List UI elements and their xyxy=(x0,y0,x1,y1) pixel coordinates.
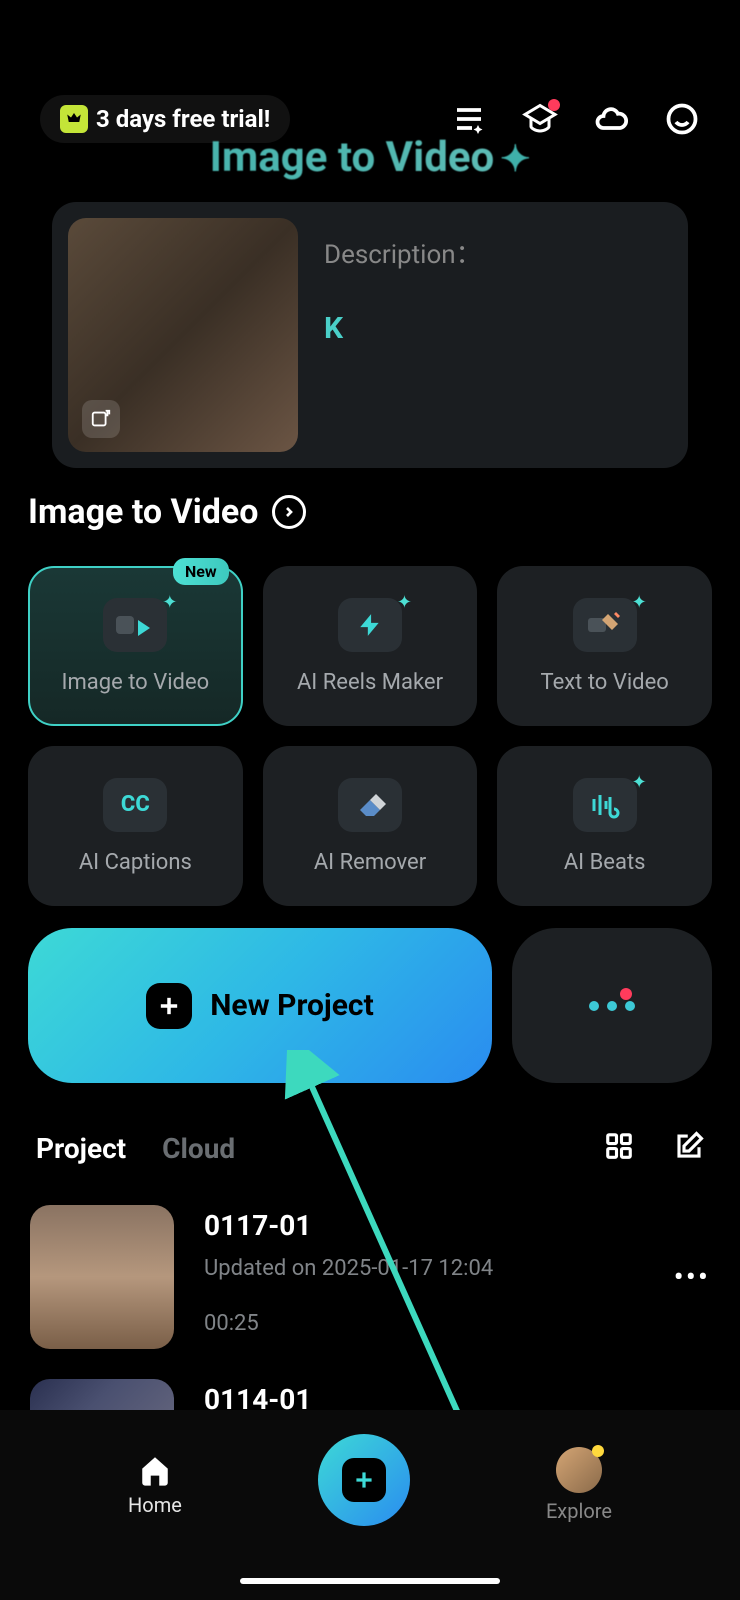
nav-create-button[interactable] xyxy=(318,1434,410,1526)
nav-home-label: Home xyxy=(128,1493,182,1517)
feature-grid: New ✦ Image to Video ✦ AI Reels Maker ✦ … xyxy=(28,566,712,906)
grid-view-icon[interactable] xyxy=(604,1131,634,1165)
notification-dot xyxy=(620,988,632,1000)
new-project-button[interactable]: New Project xyxy=(28,928,492,1083)
feature-label: AI Reels Maker xyxy=(297,670,443,695)
feature-image-to-video[interactable]: New ✦ Image to Video xyxy=(28,566,243,726)
plus-icon xyxy=(146,983,192,1029)
hero-description: Description： K xyxy=(324,218,482,452)
feature-ai-reels[interactable]: ✦ AI Reels Maker xyxy=(263,566,478,726)
home-indicator xyxy=(240,1578,500,1584)
top-icons xyxy=(451,101,700,137)
new-project-label: New Project xyxy=(210,988,373,1023)
list-sparkle-icon[interactable] xyxy=(451,101,487,137)
project-item[interactable]: 0117-01 Updated on 2025-01-17 12:04 00:2… xyxy=(30,1205,710,1349)
pencil-video-icon: ✦ xyxy=(573,598,637,652)
tabs-icons xyxy=(604,1131,704,1165)
chevron-right-icon xyxy=(272,495,306,529)
top-bar: 3 days free trial! xyxy=(0,0,740,143)
new-badge: New xyxy=(173,558,229,585)
tab-project[interactable]: Project xyxy=(36,1132,126,1165)
project-duration: 00:25 xyxy=(204,1311,644,1336)
smile-icon[interactable] xyxy=(664,101,700,137)
bolt-icon: ✦ xyxy=(338,598,402,652)
plus-icon xyxy=(342,1458,386,1502)
sparkle-icon: ✦ xyxy=(632,592,647,613)
description-label: Description： xyxy=(324,234,482,271)
nav-explore-label: Explore xyxy=(546,1499,612,1523)
project-info: 0117-01 Updated on 2025-01-17 12:04 00:2… xyxy=(204,1205,644,1336)
feature-ai-beats[interactable]: ✦ AI Beats xyxy=(497,746,712,906)
feature-text-to-video[interactable]: ✦ Text to Video xyxy=(497,566,712,726)
bottom-nav: Home Explore xyxy=(0,1410,740,1600)
feature-ai-captions[interactable]: CC AI Captions xyxy=(28,746,243,906)
feature-label: Text to Video xyxy=(541,670,669,695)
explore-avatar-icon xyxy=(556,1447,602,1493)
feature-label: AI Captions xyxy=(79,850,192,875)
nav-home[interactable]: Home xyxy=(128,1453,182,1517)
tab-cloud[interactable]: Cloud xyxy=(162,1132,235,1165)
sparkle-icon: ✦ xyxy=(162,592,177,613)
crown-icon xyxy=(60,105,88,133)
feature-label: AI Beats xyxy=(564,850,646,875)
description-value: K xyxy=(324,311,482,346)
education-icon[interactable] xyxy=(522,101,558,137)
hero-image[interactable] xyxy=(68,218,298,452)
hero-title-text: Image to Video xyxy=(210,133,495,182)
more-dots-icon xyxy=(589,1001,635,1011)
edit-icon[interactable] xyxy=(674,1131,704,1165)
section-title: Image to Video xyxy=(28,492,258,532)
notification-dot xyxy=(592,1445,604,1457)
notification-dot xyxy=(548,99,560,111)
tabs-row: Project Cloud xyxy=(36,1131,704,1165)
trial-text: 3 days free trial! xyxy=(96,105,270,133)
add-image-icon[interactable] xyxy=(82,400,120,438)
captions-icon: CC xyxy=(103,778,167,832)
section-header[interactable]: Image to Video xyxy=(28,492,712,532)
feature-label: AI Remover xyxy=(314,850,426,875)
project-name: 0117-01 xyxy=(204,1209,644,1242)
image-video-icon: ✦ xyxy=(103,598,167,652)
eraser-icon xyxy=(338,778,402,832)
project-more-icon[interactable]: ••• xyxy=(674,1260,710,1295)
project-updated: Updated on 2025-01-17 12:04 xyxy=(204,1256,644,1281)
hero-card[interactable]: Description： K xyxy=(52,202,688,468)
feature-ai-remover[interactable]: AI Remover xyxy=(263,746,478,906)
hero-title: Image to Video✦ xyxy=(0,133,740,182)
more-actions-button[interactable] xyxy=(512,928,712,1083)
sparkle-icon: ✦ xyxy=(632,772,647,793)
nav-explore[interactable]: Explore xyxy=(546,1447,612,1523)
action-row: New Project xyxy=(28,928,712,1083)
feature-label: Image to Video xyxy=(61,670,209,695)
sparkle-icon: ✦ xyxy=(397,592,412,613)
cloud-icon[interactable] xyxy=(593,101,629,137)
project-thumbnail xyxy=(30,1205,174,1349)
music-beats-icon: ✦ xyxy=(573,778,637,832)
sparkle-icon: ✦ xyxy=(500,138,530,180)
